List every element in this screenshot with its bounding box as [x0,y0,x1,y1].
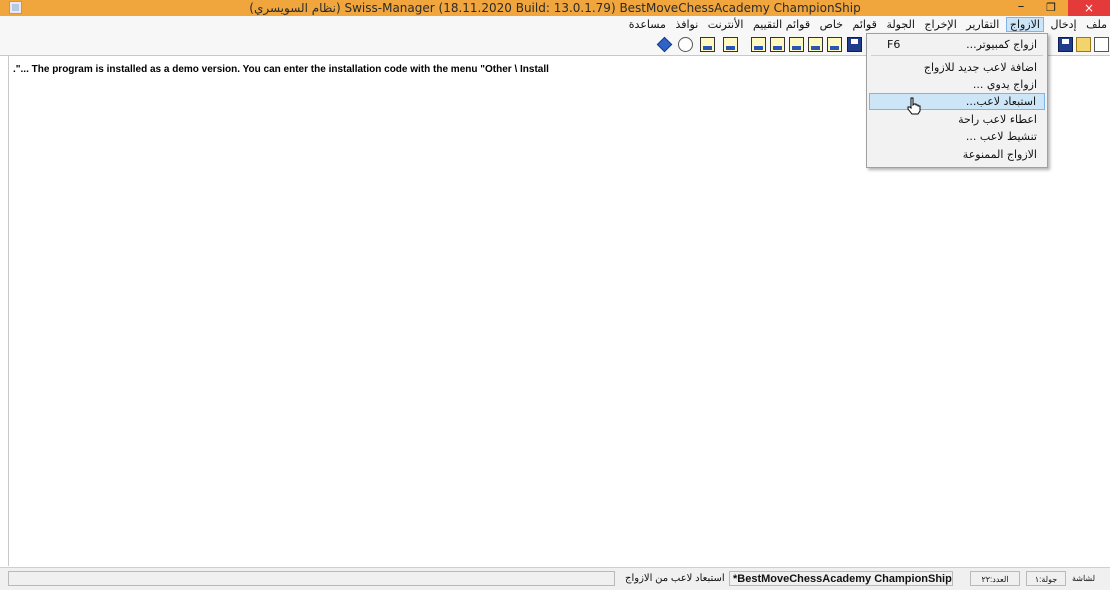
menu-rating-lists[interactable]: قوائم التقييم [750,16,813,32]
menu-item-label: ازواج يدوي ... [972,78,1037,91]
list-abc-icon[interactable] [808,37,823,52]
list-score-icon[interactable] [723,37,738,52]
menu-lists[interactable]: قوائم [850,16,880,32]
menu-pairings[interactable]: الازواج [1005,17,1044,32]
menu-special[interactable]: خاص [817,16,846,32]
menu-item-label: ازواج كمبيوتر... [966,38,1037,51]
title-bar: (نظام السويسري) Swiss-Manager (18.11.202… [0,0,1110,16]
list-ab-icon[interactable] [751,37,766,52]
save-icon[interactable] [1058,37,1073,52]
status-hint: استبعاد لاعب من الازواج [625,573,725,584]
menu-file[interactable]: ملف [1083,16,1110,32]
menu-item-label: استبعاد لاعب... [965,95,1036,108]
minimize-button[interactable]: – [1006,0,1036,15]
list-dpt-icon[interactable] [700,37,715,52]
status-screen: لشاشة [1072,574,1096,583]
status-filename: *BestMoveChessAcademy ChampionShip.TUNx [729,571,953,586]
window-title: (نظام السويسري) Swiss-Manager (18.11.202… [249,1,861,15]
status-round: جولة:١ [1026,571,1066,586]
list-123-icon[interactable] [770,37,785,52]
open-folder-icon[interactable] [1076,37,1091,52]
menu-item-exclude-player[interactable]: استبعاد لاعب... [869,93,1045,110]
menu-windows[interactable]: نوافذ [672,16,701,32]
save-icon[interactable] [847,37,862,52]
menu-item-label: اضافة لاعب جديد للازواج [923,61,1037,74]
help-icon[interactable] [678,37,693,52]
status-count: العدد:٢٢ [970,571,1020,586]
menu-help[interactable]: مساعدة [626,16,669,32]
menu-bar: ملف إدخال الازواج التقارير الإخراج الجول… [0,16,1110,33]
menu-item-give-bye[interactable]: اعطاء لاعب راحة [869,111,1045,128]
menu-item-manual-pairing[interactable]: ازواج يدوي ... [869,76,1045,93]
shortcut-label: F6 [887,38,901,51]
menu-internet[interactable]: الأنترنت [705,16,747,32]
menu-reports[interactable]: التقارير [963,16,1002,32]
pairings-dropdown: ازواج كمبيوتر... F6 اضافة لاعب جديد للاز… [866,33,1048,168]
menu-item-add-player[interactable]: اضافة لاعب جديد للازواج [869,59,1045,76]
menu-input[interactable]: إدخال [1047,16,1079,32]
menu-separator [871,55,1043,56]
status-bar: استبعاد لاعب من الازواج *BestMoveChessAc… [0,567,1110,590]
menu-output[interactable]: الإخراج [921,16,959,32]
new-document-icon[interactable] [1094,37,1109,52]
menu-item-forbidden-pairings[interactable]: الازواج الممنوعة [869,146,1045,163]
menu-item-label: تنشيط لاعب ... [965,130,1037,143]
list-sp-icon[interactable] [827,37,842,52]
hand-cursor-icon [907,97,921,115]
close-button[interactable]: × [1068,0,1110,16]
menu-item-label: الازواج الممنوعة [962,148,1037,161]
demo-notice: ."... The program is installed as a demo… [13,64,549,75]
menu-item-label: اعطاء لاعب راحة [958,113,1037,126]
status-panel-empty [8,571,615,586]
list-elo-icon[interactable] [789,37,804,52]
menu-item-activate-player[interactable]: تنشيط لاعب ... [869,128,1045,145]
menu-round[interactable]: الجولة [883,16,917,32]
maximize-button[interactable]: ❐ [1036,0,1066,16]
menu-item-computer-pairing[interactable]: ازواج كمبيوتر... F6 [869,36,1045,53]
